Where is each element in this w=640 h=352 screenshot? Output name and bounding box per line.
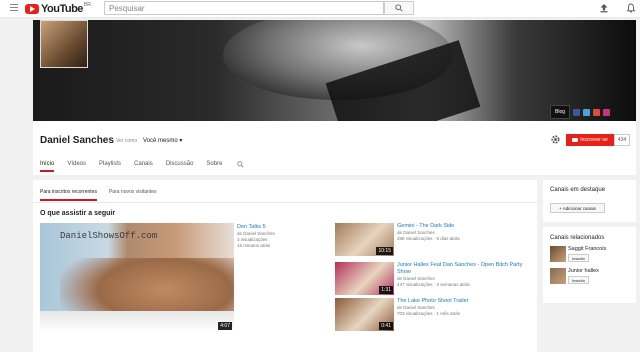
featured-channels-title: Canais em destaque bbox=[550, 187, 606, 193]
related-channels-box: Canais relacionados Saggit Francois Inscr… bbox=[543, 227, 636, 303]
subtabs: Para inscritos recorrentes Para novos vis… bbox=[40, 189, 157, 201]
related-channel: Saggit Francois Inscrito bbox=[550, 246, 634, 266]
banner-links: Blog bbox=[550, 104, 630, 120]
channel-name[interactable]: Daniel Sanches bbox=[40, 135, 114, 146]
logo-text: YouTube bbox=[41, 3, 83, 15]
channel-banner bbox=[33, 20, 636, 121]
twitter-icon[interactable] bbox=[583, 108, 591, 116]
tab-2[interactable]: Playlists bbox=[99, 161, 121, 172]
channel-search-icon[interactable] bbox=[237, 161, 245, 168]
thumbnail-sheet bbox=[40, 311, 234, 332]
blog-link[interactable]: Blog bbox=[550, 105, 571, 119]
video-title[interactable]: Den Talks 5 bbox=[237, 224, 332, 231]
viewing-as-label: Ver como bbox=[116, 138, 138, 144]
featured-channels-box: Canais em destaque + Adicionar canais bbox=[543, 180, 636, 222]
related-channel-name[interactable]: Saggit Francois bbox=[568, 246, 606, 252]
thumbnail-watermark: DanielShowsOff.com bbox=[60, 231, 158, 241]
main-content: Para inscritos recorrentes Para novos vis… bbox=[33, 180, 537, 352]
play-logo-icon bbox=[25, 4, 39, 14]
list-item: 10:15 Gemini - The Dark Side de Daniel San… bbox=[335, 223, 535, 257]
youtube-play-icon bbox=[572, 138, 579, 142]
video-meta: 703 visualizações · 1 mês atrás bbox=[397, 311, 461, 316]
video-title[interactable]: Junior Hallex Feat Dan Sanches - Open Bi… bbox=[397, 262, 533, 276]
divider bbox=[33, 202, 537, 203]
video-title[interactable]: The Lake Photo Shoot Trailer bbox=[397, 298, 533, 305]
video-thumbnail[interactable]: 1:31 bbox=[335, 262, 394, 295]
masthead: YouTube BR Pesquisar bbox=[0, 0, 640, 18]
related-channel-name[interactable]: Junior hallex bbox=[568, 268, 599, 274]
video-thumbnail[interactable]: 0:41 bbox=[335, 298, 394, 331]
video-meta: 447 visualizações · 3 semanas atrás bbox=[397, 282, 470, 287]
search-input[interactable]: Pesquisar bbox=[104, 1, 384, 15]
notifications-bell-icon[interactable] bbox=[626, 3, 636, 13]
subtab-1[interactable]: Para novos visitantes bbox=[109, 189, 157, 201]
video-info: Gemini - The Dark Side de Daniel Sanches 2… bbox=[397, 223, 533, 242]
tab-5[interactable]: Sobre bbox=[206, 161, 222, 172]
video-thumbnail[interactable]: 10:15 bbox=[335, 223, 394, 256]
facebook-icon[interactable] bbox=[573, 108, 581, 116]
related-channels-title: Canais relacionados bbox=[550, 235, 605, 241]
featured-video-info: Den Talks 5 de Daniel Sanches 3 visualiz… bbox=[237, 224, 332, 249]
viewing-as-value: Você mesmo bbox=[143, 138, 178, 144]
tab-3[interactable]: Canais bbox=[134, 161, 153, 172]
featured-video-thumbnail[interactable]: DanielShowsOff.com 4:07 bbox=[40, 223, 234, 332]
avatar[interactable] bbox=[550, 268, 566, 284]
video-info: The Lake Photo Shoot Trailer de Daniel Sa… bbox=[397, 298, 533, 317]
subscribe-button[interactable]: Inscrever-se bbox=[566, 134, 614, 146]
search-icon bbox=[395, 4, 403, 12]
subscribe-label: Inscrever-se bbox=[580, 137, 608, 143]
subscribed-button[interactable]: Inscrito bbox=[568, 254, 589, 262]
upload-icon[interactable] bbox=[599, 3, 609, 13]
youtube-logo[interactable]: YouTube BR bbox=[25, 2, 91, 16]
subtab-0[interactable]: Para inscritos recorrentes bbox=[40, 189, 97, 201]
google-plus-icon[interactable] bbox=[593, 108, 601, 116]
video-title[interactable]: Gemini - The Dark Side bbox=[397, 223, 533, 230]
channel-avatar[interactable] bbox=[40, 20, 88, 68]
section-title: O que assistir a seguir bbox=[40, 210, 116, 217]
list-item: 0:41 The Lake Photo Shoot Trailer de Danie… bbox=[335, 298, 535, 332]
channel-header: Daniel Sanches Ver como Você mesmo ▾ Ins… bbox=[33, 121, 636, 175]
video-duration: 10:15 bbox=[376, 247, 393, 255]
viewing-as-select[interactable]: Você mesmo ▾ bbox=[143, 137, 182, 144]
list-item: 1:31 Junior Hallex Feat Dan Sanches - Ope… bbox=[335, 262, 535, 296]
subscriber-count: 434 bbox=[614, 134, 630, 146]
subscribed-button[interactable]: Inscrito bbox=[568, 276, 589, 284]
tab-4[interactable]: Discussão bbox=[166, 161, 194, 172]
video-duration: 0:41 bbox=[379, 322, 393, 330]
avatar[interactable] bbox=[550, 246, 566, 262]
add-channels-button[interactable]: + Adicionar canais bbox=[550, 203, 605, 213]
video-duration: 1:31 bbox=[379, 286, 393, 294]
channel-tabs: Início Vídeos Playlists Canais Discussão Sobr… bbox=[40, 161, 245, 172]
search-button[interactable] bbox=[384, 1, 414, 15]
logo-region: BR bbox=[83, 2, 91, 8]
video-age: 15 minutos atrás bbox=[237, 243, 271, 248]
video-info: Junior Hallex Feat Dan Sanches - Open Bi… bbox=[397, 262, 533, 288]
video-duration: 4:07 bbox=[218, 322, 232, 330]
related-channel: Junior hallex Inscrito bbox=[550, 268, 634, 288]
instagram-icon[interactable] bbox=[603, 108, 611, 116]
gear-icon[interactable] bbox=[550, 134, 561, 145]
hamburger-menu-icon[interactable] bbox=[10, 4, 18, 12]
tab-0[interactable]: Início bbox=[40, 161, 55, 172]
video-views-text: 3 visualizações bbox=[237, 237, 268, 242]
blog-link-label: Blog bbox=[555, 109, 566, 115]
tab-1[interactable]: Vídeos bbox=[67, 161, 86, 172]
video-meta: 288 visualizações · 6 dias atrás bbox=[397, 236, 460, 241]
